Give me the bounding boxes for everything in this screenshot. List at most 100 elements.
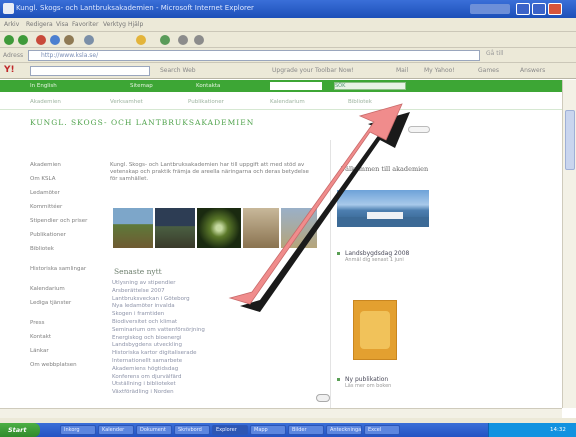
news-item[interactable]: Internationellt samarbete <box>112 358 322 366</box>
taskbar-item[interactable]: Dokument <box>136 425 172 435</box>
subnav-akademien[interactable]: Akademien <box>30 99 61 105</box>
taskbar-item[interactable]: Inkorg <box>60 425 96 435</box>
sidebar-item[interactable]: Historiska samlingar <box>30 266 98 286</box>
title-bar: Kungl. Skogs- och Lantbruksakademien - M… <box>0 0 576 18</box>
news-item[interactable]: Utställning i biblioteket <box>112 381 322 389</box>
news-item[interactable]: Växtförädling i Norden <box>112 389 322 397</box>
event-title[interactable]: Landsbygdsdag 2008 <box>345 250 409 257</box>
sidebar-item[interactable]: Publikationer <box>30 232 98 246</box>
yahoo-answers[interactable]: Answers <box>520 67 545 74</box>
search-icon[interactable] <box>84 35 94 45</box>
sidebar-item[interactable]: Kalendarium <box>30 286 98 300</box>
sidebar-item[interactable]: Om webbplatsen <box>30 362 98 376</box>
taskbar-item[interactable]: Skrivbord <box>174 425 210 435</box>
menu-file[interactable]: Arkiv <box>4 21 19 28</box>
news-item[interactable]: Utlysning av stipendier <box>112 280 322 288</box>
photo-field <box>155 208 195 248</box>
yahoo-search-web[interactable]: Search Web <box>160 67 196 74</box>
sidebar-item[interactable]: Länkar <box>30 348 98 362</box>
news-item[interactable]: Landsbygdens utveckling <box>112 342 322 350</box>
taskbar: Start Inkorg Kalender Dokument Skrivbord… <box>0 423 576 437</box>
news-item[interactable]: Nya ledamöter invalda <box>112 303 322 311</box>
book-block[interactable]: Ny publikation Läs mer om boken <box>345 376 391 390</box>
sidebar-item[interactable]: Bibliotek <box>30 246 98 266</box>
sidebar-item[interactable]: Kontakt <box>30 334 98 348</box>
mail-icon[interactable] <box>178 35 188 45</box>
news-item[interactable]: Årsberättelse 2007 <box>112 288 322 296</box>
news-item[interactable]: Energiskog och bioenergi <box>112 335 322 343</box>
menu-favorites[interactable]: Favoriter <box>72 21 98 28</box>
news-heading: Senaste nytt <box>114 267 162 276</box>
nav-english[interactable]: In English <box>30 83 57 89</box>
photo-strip <box>113 208 317 248</box>
section-nav: Akademien Verksamhet Publikationer Kalen… <box>0 94 576 110</box>
news-item[interactable]: Skogen i framtiden <box>112 311 322 319</box>
nav-contact[interactable]: Kontakta <box>196 83 220 89</box>
bullet-icon <box>337 252 340 255</box>
favorites-icon[interactable] <box>136 35 146 45</box>
start-button[interactable]: Start <box>0 423 40 437</box>
bullet-icon <box>337 378 340 381</box>
subnav-verksamhet[interactable]: Verksamhet <box>110 99 143 105</box>
minimize-icon[interactable] <box>516 3 530 15</box>
site-search-input[interactable] <box>270 82 322 90</box>
sidebar-item[interactable]: Stipendier och priser <box>30 218 98 232</box>
windows-link[interactable] <box>470 4 510 14</box>
news-item[interactable]: Biodiversitet och klimat <box>112 319 322 327</box>
taskbar-item[interactable]: Mapp <box>250 425 286 435</box>
close-icon[interactable] <box>548 3 562 15</box>
event-block[interactable]: Landsbygdsdag 2008 Anmäl dig senast 1 ju… <box>345 250 409 264</box>
book-cover[interactable] <box>353 300 397 360</box>
yahoo-search-input[interactable] <box>30 66 150 76</box>
taskbar-item[interactable]: Kalender <box>98 425 134 435</box>
right-column: Välkommen till akademien Landsbygdsdag 2… <box>330 140 440 408</box>
news-item[interactable]: Akademiens högtidsdag <box>112 366 322 374</box>
more-news-button[interactable] <box>316 394 330 402</box>
yahoo-my[interactable]: My Yahoo! <box>424 67 455 74</box>
news-item[interactable]: Lantbruksveckan i Göteborg <box>112 296 322 304</box>
address-input[interactable]: http://www.ksla.se/ <box>28 50 480 61</box>
taskbar-item[interactable]: Anteckningar <box>326 425 362 435</box>
yahoo-games[interactable]: Games <box>478 67 499 74</box>
address-bar: Adress http://www.ksla.se/ Gå till <box>0 48 576 63</box>
yahoo-logo[interactable]: Y! <box>4 65 15 75</box>
forward-icon[interactable] <box>18 35 28 45</box>
subnav-bibliotek[interactable]: Bibliotek <box>348 99 372 105</box>
media-icon[interactable] <box>160 35 170 45</box>
sidebar-item[interactable]: Kommittéer <box>30 204 98 218</box>
menu-edit[interactable]: Redigera <box>26 21 53 28</box>
taskbar-item-active[interactable]: Explorer <box>212 425 248 435</box>
book-title[interactable]: Ny publikation <box>345 376 391 383</box>
site-search-button[interactable]: SÖK <box>334 82 406 90</box>
yahoo-mail[interactable]: Mail <box>396 67 408 74</box>
news-item[interactable]: Konferens om djurvälfärd <box>112 374 322 382</box>
sidebar-item[interactable]: Akademien <box>30 162 98 176</box>
stop-icon[interactable] <box>36 35 46 45</box>
horizontal-scrollbar[interactable] <box>0 408 562 418</box>
sidebar-item[interactable]: Lediga tjänster <box>30 300 98 320</box>
menu-view[interactable]: Visa <box>56 21 68 28</box>
print-icon[interactable] <box>194 35 204 45</box>
nav-sitemap[interactable]: Sitemap <box>130 83 153 89</box>
back-icon[interactable] <box>4 35 14 45</box>
maximize-icon[interactable] <box>532 3 546 15</box>
sidebar-item[interactable]: Ledamöter <box>30 190 98 204</box>
home-icon[interactable] <box>64 35 74 45</box>
subnav-kalendarium[interactable]: Kalendarium <box>270 99 305 105</box>
yahoo-upgrade[interactable]: Upgrade your Toolbar Now! <box>272 67 354 74</box>
vertical-scrollbar[interactable] <box>562 80 576 408</box>
taskbar-item[interactable]: Bilder <box>288 425 324 435</box>
sidebar-item[interactable]: Om KSLA <box>30 176 98 190</box>
menu-help[interactable]: Hjälp <box>128 21 143 28</box>
sidebar-item[interactable]: Press <box>30 320 98 334</box>
news-item[interactable]: Seminarium om vattenförsörjning <box>112 327 322 335</box>
refresh-icon[interactable] <box>50 35 60 45</box>
taskbar-item[interactable]: Excel <box>364 425 400 435</box>
news-item[interactable]: Historiska kartor digitaliserade <box>112 350 322 358</box>
go-button[interactable]: Gå till <box>486 50 504 57</box>
top-search-button[interactable] <box>408 126 430 133</box>
subnav-publikationer[interactable]: Publikationer <box>188 99 224 105</box>
photo-plant <box>197 208 241 248</box>
scroll-thumb[interactable] <box>565 110 575 170</box>
menu-tools[interactable]: Verktyg <box>103 21 126 28</box>
